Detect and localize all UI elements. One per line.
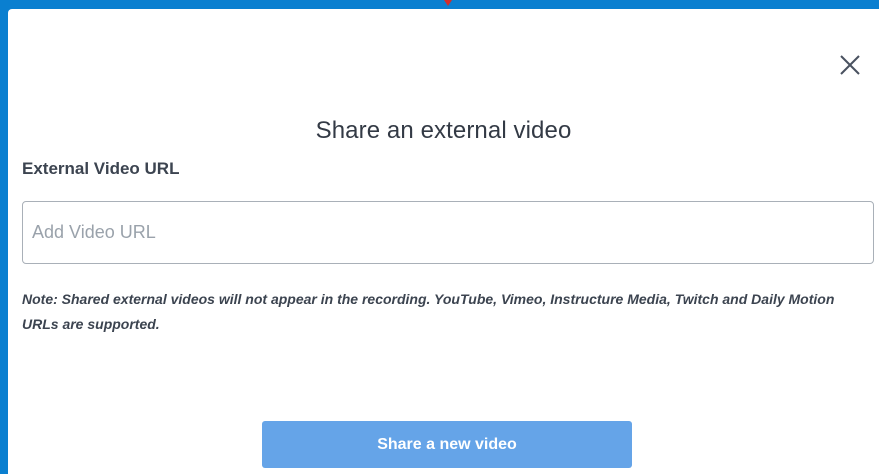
close-button[interactable]	[837, 52, 863, 78]
video-url-input[interactable]	[22, 201, 874, 264]
share-video-modal: Share an external video External Video U…	[8, 9, 879, 474]
url-field-label: External Video URL	[22, 159, 180, 178]
close-icon	[840, 55, 860, 75]
share-video-button[interactable]: Share a new video	[262, 421, 632, 468]
pointer-marker	[444, 0, 452, 6]
supported-sources-note: Note: Shared external videos will not ap…	[22, 291, 835, 332]
app-frame: Share an external video External Video U…	[0, 0, 879, 474]
modal-title: Share an external video	[315, 117, 572, 144]
